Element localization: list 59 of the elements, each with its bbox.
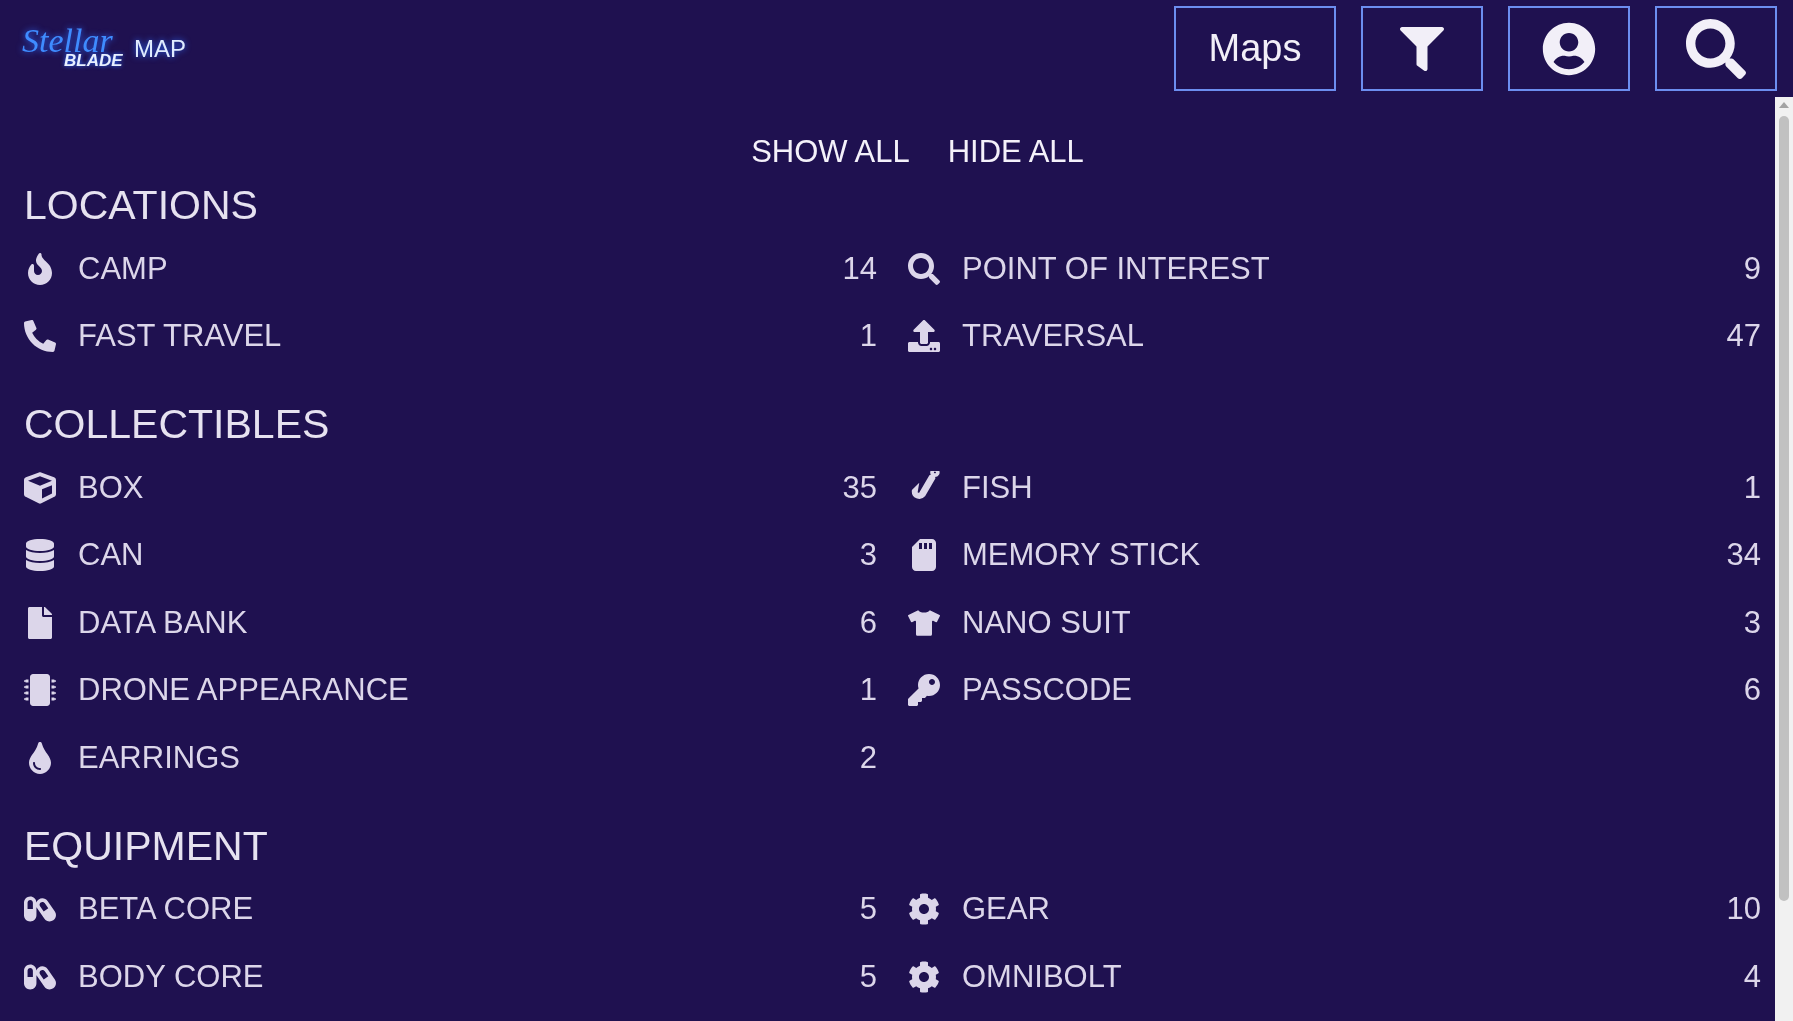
chip-icon bbox=[24, 674, 56, 707]
category-label[interactable]: BODY CORE bbox=[78, 953, 860, 1000]
category-label[interactable]: DRONE APPEARANCE bbox=[78, 667, 860, 714]
upload-icon bbox=[908, 320, 940, 353]
category-count: 5 bbox=[859, 957, 877, 996]
category-label[interactable]: PASSCODE bbox=[962, 667, 1744, 714]
account-button[interactable] bbox=[1508, 6, 1630, 91]
category-label[interactable]: DATA BANK bbox=[78, 599, 860, 646]
category-count: 3 bbox=[1743, 603, 1761, 642]
category-count: 6 bbox=[859, 603, 877, 642]
filter-button[interactable] bbox=[1361, 6, 1483, 91]
category-count: 4 bbox=[1743, 957, 1761, 996]
scrollbar[interactable] bbox=[1775, 97, 1793, 1021]
section-heading: EQUIPMENT bbox=[24, 821, 269, 871]
category-label[interactable]: MEMORY STICK bbox=[962, 532, 1727, 579]
category-count: 34 bbox=[1726, 536, 1761, 574]
category-count: 9 bbox=[1743, 249, 1761, 288]
category-label[interactable]: BOX bbox=[78, 464, 843, 511]
category-label[interactable]: NANO SUIT bbox=[962, 599, 1744, 646]
map-label: MAP bbox=[134, 33, 186, 64]
category-label[interactable]: FISH bbox=[962, 464, 1744, 511]
gear-icon bbox=[908, 893, 940, 926]
section-heading: LOCATIONS bbox=[24, 181, 259, 230]
category-label[interactable]: BETA CORE bbox=[78, 886, 860, 933]
user-icon bbox=[1542, 21, 1596, 76]
hide-all-button[interactable]: HIDE ALL bbox=[947, 133, 1084, 171]
section-heading: COLLECTIBLES bbox=[24, 400, 331, 449]
magnifier-icon bbox=[908, 252, 940, 285]
category-label[interactable]: FAST TRAVEL bbox=[78, 313, 860, 360]
gear-icon bbox=[908, 960, 940, 993]
category-count: 47 bbox=[1726, 317, 1761, 355]
category-count: 1 bbox=[1743, 468, 1761, 507]
category-count: 6 bbox=[1743, 671, 1761, 709]
category-count: 1 bbox=[859, 671, 877, 709]
category-label[interactable]: EARRINGS bbox=[78, 734, 860, 781]
cube-icon bbox=[24, 471, 56, 504]
category-label[interactable]: CAN bbox=[78, 532, 860, 579]
key-icon bbox=[908, 674, 940, 707]
phone-icon bbox=[24, 320, 56, 353]
show-all-button[interactable]: SHOW ALL bbox=[751, 133, 910, 171]
maps-button[interactable]: Maps bbox=[1174, 6, 1336, 91]
scrollbar-thumb[interactable] bbox=[1779, 116, 1789, 901]
search-icon bbox=[1686, 18, 1746, 79]
category-label[interactable]: TRAVERSAL bbox=[962, 313, 1727, 360]
category-label[interactable]: OMNIBOLT bbox=[962, 953, 1744, 1000]
cylinder-icon bbox=[24, 539, 56, 572]
category-count: 1 bbox=[859, 317, 877, 355]
category-label[interactable]: GEAR bbox=[962, 886, 1727, 933]
search-button[interactable] bbox=[1655, 6, 1777, 91]
logo[interactable]: Stellar BLADE bbox=[14, 23, 126, 74]
category-count: 14 bbox=[842, 249, 877, 288]
category-label[interactable]: POINT OF INTEREST bbox=[962, 245, 1744, 292]
category-count: 35 bbox=[842, 468, 877, 507]
category-label[interactable]: CAMP bbox=[78, 245, 843, 292]
filter-icon bbox=[1400, 24, 1444, 73]
category-count: 10 bbox=[1726, 890, 1761, 928]
category-count: 5 bbox=[859, 890, 877, 928]
category-count: 3 bbox=[859, 536, 877, 574]
category-count: 2 bbox=[859, 738, 877, 777]
